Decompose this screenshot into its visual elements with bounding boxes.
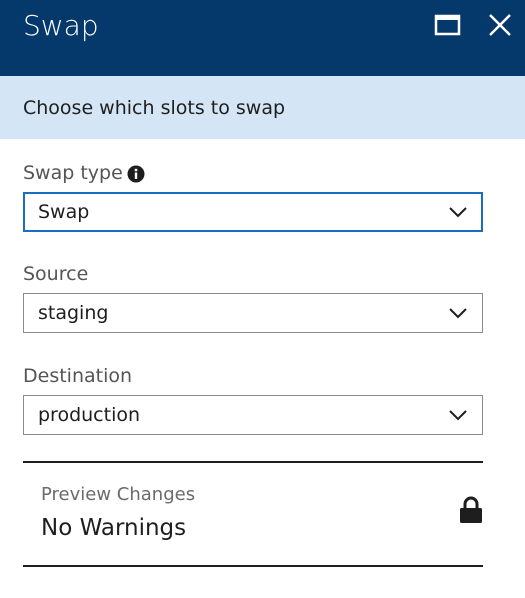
- swap-type-dropdown[interactable]: Swap: [23, 192, 483, 232]
- destination-dropdown[interactable]: production: [23, 395, 483, 435]
- divider: [23, 461, 483, 463]
- source-dropdown[interactable]: staging: [23, 293, 483, 333]
- swap-type-label: Swap type: [23, 162, 123, 184]
- source-label: Source: [23, 263, 89, 285]
- blade-title: Swap: [23, 9, 99, 42]
- swap-type-value: Swap: [38, 201, 90, 223]
- maximize-icon: [434, 14, 461, 36]
- chevron-down-icon: [449, 308, 467, 319]
- chevron-down-icon: [449, 410, 467, 421]
- destination-label: Destination: [23, 365, 133, 387]
- preview-changes-label: Preview Changes: [41, 484, 196, 505]
- info-banner: Choose which slots to swap: [0, 76, 525, 139]
- info-icon[interactable]: [127, 165, 145, 183]
- close-button[interactable]: [486, 12, 514, 40]
- source-value: staging: [38, 302, 109, 324]
- close-icon: [489, 14, 511, 36]
- chevron-down-icon: [449, 207, 467, 218]
- preview-changes-value: No Warnings: [41, 515, 187, 541]
- maximize-button[interactable]: [434, 12, 462, 40]
- lock-icon: [460, 496, 482, 523]
- divider: [23, 565, 483, 567]
- banner-text: Choose which slots to swap: [23, 97, 286, 119]
- blade-header: Swap: [0, 0, 525, 76]
- destination-value: production: [38, 404, 141, 426]
